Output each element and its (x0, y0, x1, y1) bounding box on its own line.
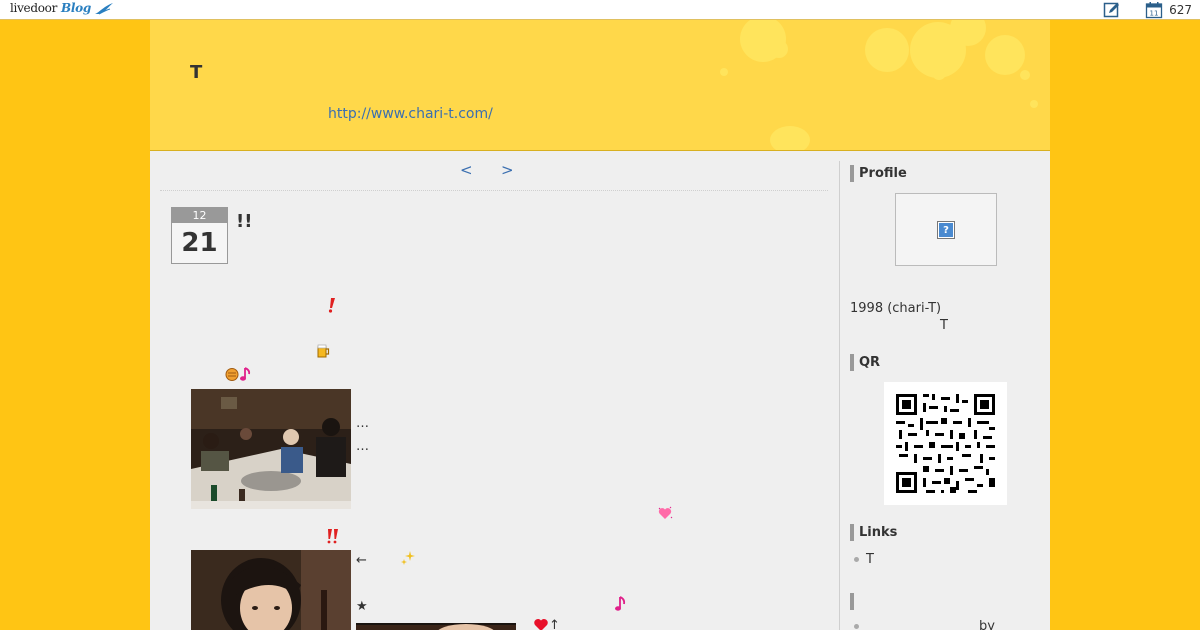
beer-mug-icon (317, 344, 330, 358)
party-photo-3[interactable] (356, 619, 516, 630)
svg-text:11: 11 (1150, 10, 1159, 18)
site-url-link[interactable]: http://www.chari-t.com/ (328, 106, 493, 122)
ellipsis-text-2: … (356, 439, 369, 454)
calendar-icon[interactable]: 11 (1145, 1, 1163, 19)
sparkling-heart-icon (658, 506, 673, 519)
entry-pager: < > (160, 161, 828, 191)
blog-title[interactable]: T (190, 62, 202, 83)
links-heading: Links (850, 524, 897, 541)
music-note-icon-2 (615, 596, 626, 611)
livedoor-toolbar: livedoor Blog 11 627 (0, 0, 1200, 20)
music-note-icon (240, 367, 251, 381)
exclamation-icon (328, 298, 335, 313)
woman-portrait-image (191, 550, 351, 630)
star-text: ★ (356, 599, 368, 614)
main-content: < > 12 21 !! … … ← ★ ↑ (160, 161, 828, 630)
fist-icon (225, 368, 239, 381)
heart-icon (534, 619, 548, 630)
double-exclamation-icon (327, 529, 338, 544)
entry-title[interactable]: !! (236, 211, 252, 232)
qr-code-icon (884, 382, 1007, 505)
party-table-image (191, 389, 351, 509)
blog-page: T http://www.chari-t.com/ < > 12 21 !! …… (150, 20, 1050, 630)
party-photo-1[interactable] (191, 389, 351, 509)
bird-icon (95, 3, 113, 15)
bullet-icon-2 (854, 624, 859, 629)
entry-day: 21 (181, 228, 218, 258)
profile-description-line1: 1998 (chari-T) (850, 301, 942, 316)
link-item-t[interactable]: T (854, 552, 874, 567)
qr-heading: QR (850, 354, 880, 371)
sparkles-icon (401, 551, 415, 565)
profile-image-frame: ? (895, 193, 997, 266)
broken-image-icon: ? (937, 221, 955, 239)
photo-3-image (356, 623, 516, 630)
bullet-icon (854, 557, 859, 562)
logo-blog-text: Blog (61, 1, 91, 15)
profile-heading: Profile (850, 165, 907, 182)
party-photo-2[interactable] (191, 550, 351, 630)
next-entry-link[interactable]: > (501, 161, 514, 179)
qr-code (884, 382, 1007, 505)
prev-entry-link[interactable]: < (460, 161, 473, 179)
access-count: 627 (1169, 3, 1192, 17)
bottom-list-item[interactable]: by (854, 619, 1044, 630)
edit-post-icon[interactable] (1103, 1, 1121, 19)
left-arrow-text: ← (356, 553, 367, 568)
untitled-heading (850, 593, 859, 610)
profile-description-line2: T (940, 318, 948, 333)
entry-date: 12 21 (171, 207, 228, 264)
entry-month: 12 (172, 208, 227, 223)
ellipsis-text-1: … (356, 416, 369, 431)
bottom-list-text: by (979, 619, 995, 630)
sidebar: Profile ? 1998 (chari-T) T QR Links T by (839, 161, 1050, 630)
link-item-label: T (866, 552, 874, 567)
up-arrow-text: ↑ (549, 618, 560, 630)
livedoor-blog-logo[interactable]: livedoor Blog (10, 1, 113, 15)
blog-header: T http://www.chari-t.com/ (150, 20, 1050, 151)
logo-livedoor-text: livedoor (10, 1, 58, 15)
